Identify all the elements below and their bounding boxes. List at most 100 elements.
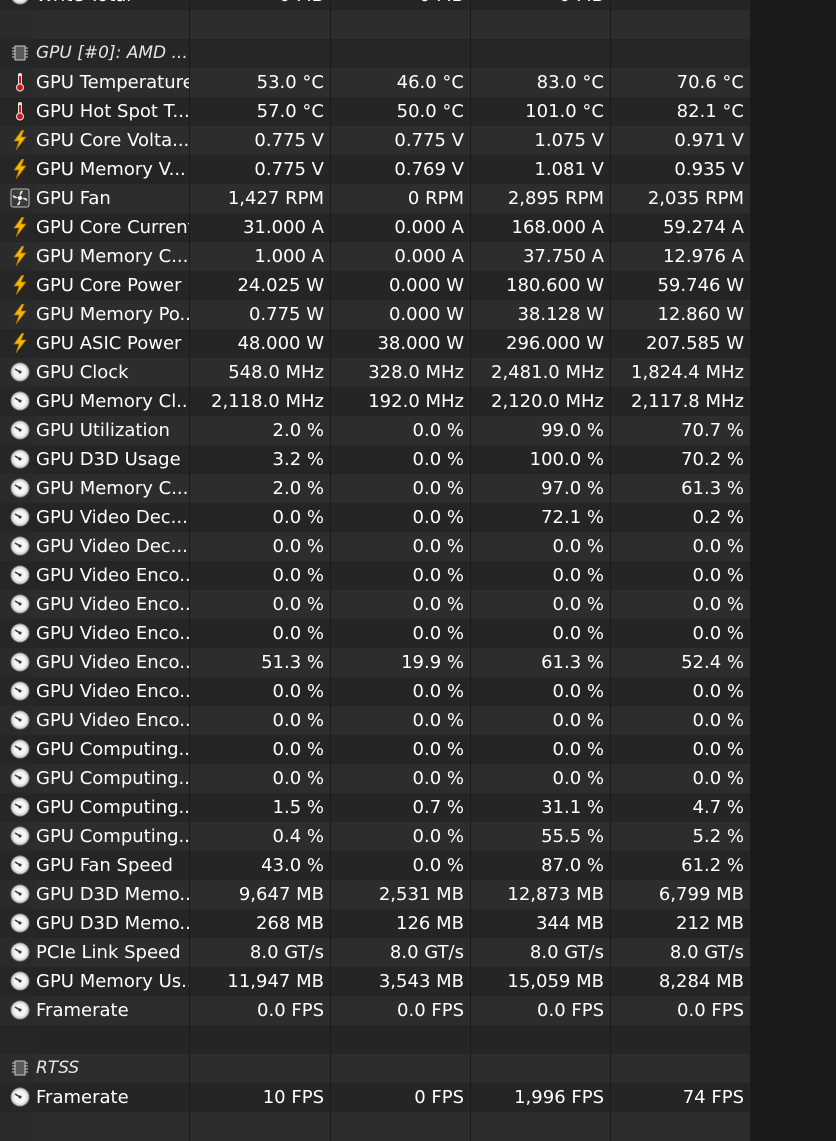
sensor-row[interactable]: GPU D3D Memo... 9,647 MB 2,531 MB 12,873 MB… [0, 880, 751, 909]
sensor-row[interactable]: GPU Memory C... 2.0 % 0.0 % 97.0 % 61.3 % [0, 474, 751, 503]
sensor-row[interactable]: GPU Memory Po... 0.775 W 0.000 W 38.128 W 12… [0, 300, 751, 329]
sensor-current-value: 8.0 GT/s [249, 942, 324, 963]
sensor-current-value: 1.5 % [272, 797, 324, 818]
sensor-name: GPU Video Enco... [36, 681, 190, 702]
section-header[interactable]: RTSS [0, 1054, 751, 1083]
sensor-row[interactable]: Write Total0 MB0 MB0 MB [0, 0, 751, 10]
sensor-row[interactable]: GPU Fan Speed 43.0 % 0.0 % 87.0 % 61.2 % [0, 851, 751, 880]
sensor-current-value: 43.0 % [261, 855, 324, 876]
sensor-average-value: 0.0 FPS [677, 1000, 744, 1021]
sensor-minimum-value: 0.0 % [412, 420, 464, 441]
sensor-row[interactable]: GPU Memory V... 0.775 V 0.769 V 1.081 V 0.93… [0, 155, 751, 184]
sensor-current-value: 1,427 RPM [227, 188, 324, 209]
sensor-row[interactable]: GPU Utilization 2.0 % 0.0 % 99.0 % 70.7 % [0, 416, 751, 445]
sensor-row[interactable]: GPU Video Enco... 0.0 % 0.0 % 0.0 % 0.0 % [0, 706, 751, 735]
sensor-average-value: 74 FPS [682, 1087, 744, 1108]
sensor-average-value: 8,284 MB [658, 971, 744, 992]
sensor-name: GPU D3D Memo... [36, 884, 190, 905]
sensor-row[interactable]: Framerate 0.0 FPS 0.0 FPS 0.0 FPS 0.0 FPS [0, 996, 751, 1025]
sensor-name: GPU Computing... [36, 739, 190, 760]
sensor-current-value: 0.0 % [272, 710, 324, 731]
gauge-icon [10, 681, 30, 701]
sensor-name: PCIe Link Speed [36, 942, 181, 963]
gauge-icon [10, 478, 30, 498]
lightning-icon [10, 245, 30, 267]
sensor-average-value: 6,799 MB [658, 884, 744, 905]
sensor-row[interactable]: GPU Video Enco... 0.0 % 0.0 % 0.0 % 0.0 % [0, 677, 751, 706]
sensor-maximum-value: 0.0 % [552, 594, 604, 615]
sensor-minimum-value: 0.0 % [412, 594, 464, 615]
sensor-current-value: 0.0 % [272, 739, 324, 760]
sensor-row[interactable]: GPU Computing... 0.4 % 0.0 % 55.5 % 5.2 % [0, 822, 751, 851]
sensor-minimum-value: 126 MB [396, 913, 464, 934]
section-header[interactable]: GPU [#0]: AMD ... [0, 39, 751, 68]
gauge-icon [10, 507, 30, 527]
column-divider [610, 0, 611, 1141]
sensor-row[interactable]: GPU Clock 548.0 MHz 328.0 MHz 2,481.0 MHz 1,… [0, 358, 751, 387]
sensor-row[interactable]: GPU Computing... 0.0 % 0.0 % 0.0 % 0.0 % [0, 735, 751, 764]
gauge-icon [10, 652, 30, 672]
sensor-maximum-value: 38.128 W [517, 304, 604, 325]
sensor-row[interactable]: GPU ASIC Power 48.000 W 38.000 W 296.000 W 2… [0, 329, 751, 358]
sensor-average-value: 2,117.8 MHz [631, 391, 744, 412]
sensor-row[interactable]: GPU D3D Usage 3.2 % 0.0 % 100.0 % 70.2 % [0, 445, 751, 474]
sensor-name: GPU Core Power [36, 275, 182, 296]
sensor-average-value: 52.4 % [681, 652, 744, 673]
sensor-name: GPU D3D Memo... [36, 913, 190, 934]
sensor-row[interactable]: GPU Computing... 1.5 % 0.7 % 31.1 % 4.7 % [0, 793, 751, 822]
sensor-minimum-value: 0 FPS [414, 1087, 464, 1108]
sensor-row[interactable]: GPU Memory C... 1.000 A 0.000 A 37.750 A 12.… [0, 242, 751, 271]
sensor-row[interactable]: GPU Hot Spot T... 57.0 °C 50.0 °C 101.0 °C 8… [0, 97, 751, 126]
sensor-row[interactable]: GPU Video Enco... 51.3 % 19.9 % 61.3 % 52.4 … [0, 648, 751, 677]
sensor-row[interactable]: GPU Video Enco... 0.0 % 0.0 % 0.0 % 0.0 % [0, 619, 751, 648]
sensor-row[interactable]: GPU Memory Cl... 2,118.0 MHz 192.0 MHz 2,12… [0, 387, 751, 416]
sensor-average-value: 0.0 % [692, 623, 744, 644]
sensor-row[interactable]: GPU Video Enco... 0.0 % 0.0 % 0.0 % 0.0 % [0, 561, 751, 590]
sensor-maximum-value: 31.1 % [541, 797, 604, 818]
sensor-average-value: 12.976 A [662, 246, 744, 267]
sensor-row[interactable]: GPU Core Power 24.025 W 0.000 W 180.600 W 59… [0, 271, 751, 300]
sensor-row[interactable]: GPU Video Dec... 0.0 % 0.0 % 72.1 % 0.2 % [0, 503, 751, 532]
sensor-minimum-value: 0.000 W [388, 304, 464, 325]
gauge-icon [10, 971, 30, 991]
sensor-maximum-value: 0.0 % [552, 623, 604, 644]
sensor-minimum-value: 0.0 % [412, 739, 464, 760]
sensor-average-value: 70.6 °C [676, 72, 744, 93]
sensor-row[interactable]: GPU Computing... 0.0 % 0.0 % 0.0 % 0.0 % [0, 764, 751, 793]
sensor-average-value: 59.274 A [662, 217, 744, 238]
sensor-row[interactable]: GPU Video Dec... 0.0 % 0.0 % 0.0 % 0.0 % [0, 532, 751, 561]
sensor-current-value: 11,947 MB [227, 971, 324, 992]
sensor-name: GPU Memory C... [36, 478, 189, 499]
sensor-row[interactable]: GPU Core Current 31.000 A 0.000 A 168.000 A… [0, 213, 751, 242]
sensor-current-value: 0.0 % [272, 507, 324, 528]
lightning-icon [10, 129, 30, 151]
sensor-name: GPU Memory C... [36, 246, 189, 267]
sensor-name: GPU Fan [36, 188, 111, 209]
sensor-maximum-value: 168.000 A [511, 217, 604, 238]
sensor-maximum-value: 97.0 % [541, 478, 604, 499]
sensor-average-value: 0.0 % [692, 710, 744, 731]
sensor-row[interactable]: GPU Video Enco... 0.0 % 0.0 % 0.0 % 0.0 % [0, 590, 751, 619]
sensor-row[interactable]: Framerate 10 FPS 0 FPS 1,996 FPS 74 FPS [0, 1083, 751, 1112]
sensor-row[interactable]: PCIe Link Speed 8.0 GT/s 8.0 GT/s 8.0 GT/s 8… [0, 938, 751, 967]
gauge-icon [10, 913, 30, 933]
sensor-current-value: 24.025 W [237, 275, 324, 296]
lightning-icon [10, 274, 30, 296]
sensor-current-value: 3.2 % [272, 449, 324, 470]
sensor-row[interactable]: GPU Temperature 53.0 °C 46.0 °C 83.0 °C 70.6… [0, 68, 751, 97]
gauge-icon [10, 449, 30, 469]
gauge-icon [10, 0, 30, 5]
sensor-name: GPU Utilization [36, 420, 170, 441]
row-gutter [0, 10, 34, 39]
sensor-row[interactable]: GPU Fan 1,427 RPM 0 RPM 2,895 RPM 2,035 RPM [0, 184, 751, 213]
sensor-name: GPU Video Enco... [36, 594, 190, 615]
sensor-row[interactable]: GPU Memory Us... 11,947 MB 3,543 MB 15,059 … [0, 967, 751, 996]
sensor-current-value: 1.000 A [254, 246, 324, 267]
sensor-minimum-value: 46.0 °C [396, 72, 464, 93]
sensor-maximum-value: 100.0 % [529, 449, 604, 470]
sensor-row[interactable]: GPU Core Volta... 0.775 V 0.775 V 1.075 V 0.… [0, 126, 751, 155]
sensor-current-value: 0.0 % [272, 565, 324, 586]
sensor-minimum-value: 0.0 FPS [397, 1000, 464, 1021]
sensor-row[interactable]: GPU D3D Memo... 268 MB 126 MB 344 MB 212 MB [0, 909, 751, 938]
sensor-maximum-value: 87.0 % [541, 855, 604, 876]
